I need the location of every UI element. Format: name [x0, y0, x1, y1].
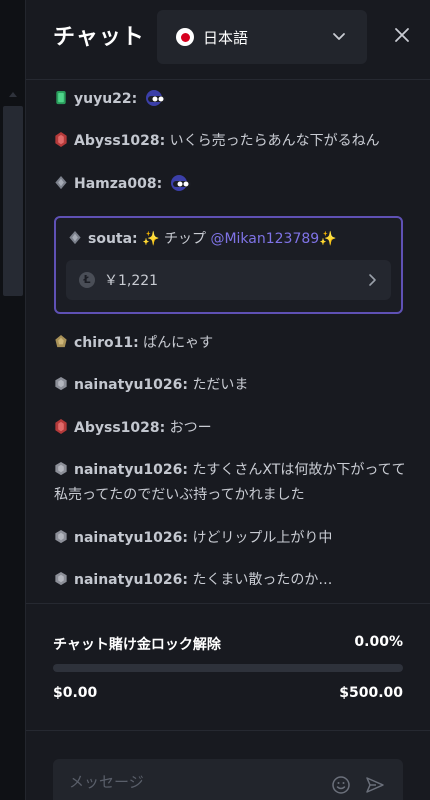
chat-message: nainatyu1026: たくまい散ったのか…	[54, 568, 414, 593]
gold-pentagon-icon	[55, 334, 67, 348]
wager-unlock-section: チャット賭け金ロック解除 0.00% $0.00 $500.00	[26, 603, 430, 731]
red-gem-icon	[55, 132, 67, 147]
message-username[interactable]: nainatyu1026:	[74, 530, 188, 546]
tip-message-card: souta: ✨ チップ @Mikan123789✨ Ł ￥1,221	[54, 216, 403, 314]
chat-message: Abyss1028: おつー	[54, 416, 414, 441]
message-username[interactable]: nainatyu1026:	[74, 572, 188, 588]
wager-min-amount: $0.00	[53, 685, 98, 701]
chat-message: nainatyu1026: けどリップル上がり中	[54, 526, 414, 551]
gray-diamond-icon	[55, 175, 67, 190]
chat-message: nainatyu1026: たすくさんXTは何故か下がってて私売ってたのでだいぶ…	[54, 458, 414, 508]
chat-header: チャット 日本語	[26, 0, 430, 80]
tip-amount-row[interactable]: Ł ￥1,221	[66, 260, 391, 300]
language-label: 日本語	[203, 29, 249, 47]
message-text: いくら売ったらあんな下がるねん	[169, 133, 380, 149]
chat-message: Hamza008:	[54, 172, 414, 197]
emoji-icon[interactable]	[331, 775, 351, 795]
silver-hexagon-icon	[55, 461, 67, 476]
wager-unlock-title: チャット賭け金ロック解除	[53, 637, 221, 653]
green-gem-icon	[56, 90, 66, 105]
chat-title: チャット	[53, 25, 145, 50]
chevron-right-icon	[369, 274, 376, 286]
japan-flag-icon	[176, 28, 194, 46]
wager-unlock-percent: 0.00%	[354, 634, 403, 650]
message-username[interactable]: chiro11:	[74, 335, 139, 351]
side-scroll-strip	[0, 0, 26, 800]
wager-max-amount: $500.00	[339, 685, 403, 701]
tip-mention[interactable]: @Mikan123789	[210, 231, 319, 247]
scroll-up-icon[interactable]	[9, 92, 17, 97]
tip-amount: ￥1,221	[104, 273, 159, 289]
message-text: ただいま	[192, 377, 249, 393]
gray-diamond-icon	[69, 230, 81, 245]
silver-hexagon-icon	[55, 571, 67, 586]
message-input[interactable]	[69, 773, 319, 791]
wager-progress-bar	[53, 664, 403, 672]
goggles-emote-icon	[170, 175, 191, 191]
chat-message: chiro11: ぱんにゃす	[54, 331, 414, 356]
close-icon[interactable]	[392, 25, 412, 45]
message-list: yuyu22: Abyss1028: いくら売ったらあんな下がるねん Hamza…	[26, 82, 430, 602]
silver-hexagon-icon	[55, 529, 67, 544]
message-username[interactable]: nainatyu1026:	[74, 462, 188, 478]
message-username[interactable]: Hamza008:	[74, 176, 162, 192]
message-username[interactable]: Abyss1028:	[74, 133, 165, 149]
chevron-down-icon	[333, 33, 345, 40]
message-text: けどリップル上がり中	[192, 530, 333, 546]
sparkle-icon: ✨	[142, 231, 160, 247]
message-username[interactable]: yuyu22:	[74, 91, 137, 107]
chat-message: nainatyu1026: ただいま	[54, 373, 414, 398]
red-gem-icon	[55, 419, 67, 434]
message-text: おつー	[169, 420, 212, 436]
message-text: たくまい散ったのか…	[192, 572, 333, 588]
message-username[interactable]: Abyss1028:	[74, 420, 165, 436]
litecoin-icon: Ł	[79, 272, 95, 288]
silver-hexagon-icon	[55, 376, 67, 391]
sparkle-icon: ✨	[319, 231, 337, 247]
tip-username[interactable]: souta:	[88, 231, 138, 247]
language-select[interactable]: 日本語	[157, 10, 367, 64]
tip-label: チップ	[164, 231, 206, 247]
chat-panel: チャット 日本語 yuyu22: Abyss1028: いくら売ったらあんな下が…	[26, 0, 430, 800]
scrollbar-thumb[interactable]	[3, 106, 23, 296]
chat-message: yuyu22:	[54, 87, 414, 112]
message-text: ぱんにゃす	[143, 335, 214, 351]
chat-message: Abyss1028: いくら売ったらあんな下がるねん	[54, 129, 414, 154]
message-username[interactable]: nainatyu1026:	[74, 377, 188, 393]
goggles-emote-icon	[145, 90, 166, 106]
send-icon[interactable]	[365, 775, 385, 795]
message-composer	[53, 759, 403, 800]
